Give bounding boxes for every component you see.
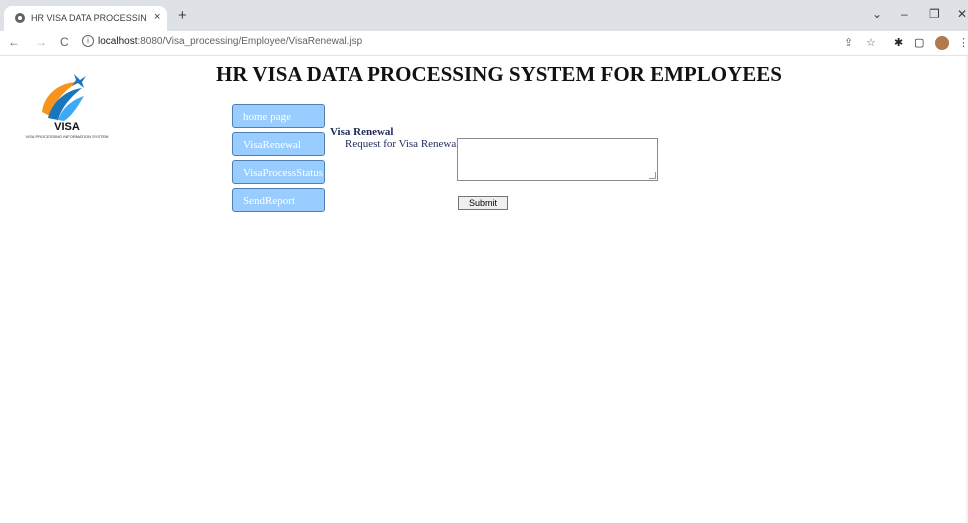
visa-process-status-button[interactable]: VisaProcessStatus (232, 160, 325, 184)
browser-menu-icon[interactable]: ⋮ (958, 36, 968, 49)
tab-close-icon[interactable]: × (154, 11, 160, 23)
tab-title: HR VISA DATA PROCESSING SYS (31, 13, 146, 23)
tab-strip: HR VISA DATA PROCESSING SYS × + ⌄ – ❐ ✕ (0, 0, 968, 31)
browser-toolbar: ← → C i localhost:8080/Visa_processing/E… (0, 31, 968, 56)
visa-renewal-button[interactable]: VisaRenewal (232, 132, 325, 156)
back-icon[interactable]: ← (8, 35, 20, 49)
home-page-button[interactable]: home page (232, 104, 325, 128)
minimize-icon[interactable]: – (901, 7, 908, 21)
reload-icon[interactable]: C (60, 35, 69, 49)
restore-icon[interactable]: ❐ (929, 7, 940, 21)
browser-tab[interactable]: HR VISA DATA PROCESSING SYS × (4, 6, 167, 31)
url-path: :8080/Visa_processing/Employee/VisaRenew… (137, 36, 363, 47)
window-close-icon[interactable]: ✕ (957, 7, 967, 21)
globe-icon (15, 13, 25, 23)
forward-icon[interactable]: → (35, 35, 47, 49)
address-bar[interactable]: i localhost:8080/Visa_processing/Employe… (80, 34, 820, 52)
profile-avatar-icon[interactable] (935, 36, 949, 50)
submit-button[interactable]: Submit (458, 196, 508, 210)
form-section-title: Visa Renewal (330, 126, 394, 138)
renewal-request-label: Request for Visa Renewal : (345, 138, 466, 150)
site-info-icon[interactable]: i (82, 35, 94, 47)
side-nav: home page VisaRenewal VisaProcessStatus … (232, 104, 325, 216)
page-title: HR VISA DATA PROCESSING SYSTEM FOR EMPLO… (216, 62, 782, 86)
send-report-button[interactable]: SendReport (232, 188, 325, 212)
logo-subtitle: VISA PROCESSING INFORMATION SYSTEM (25, 134, 109, 139)
logo-name: VISA (54, 121, 80, 133)
new-tab-icon[interactable]: + (178, 7, 187, 24)
address-url: localhost:8080/Visa_processing/Employee/… (98, 36, 362, 47)
bookmark-star-icon[interactable]: ☆ (866, 36, 876, 49)
renewal-request-textarea[interactable] (457, 138, 658, 181)
share-icon[interactable]: ⇪ (844, 36, 853, 49)
resize-grip-icon[interactable] (649, 172, 656, 179)
side-panel-icon[interactable]: ▢ (914, 36, 924, 49)
tab-search-chevron-icon[interactable]: ⌄ (872, 7, 882, 21)
extensions-icon[interactable]: ✱ (894, 36, 903, 49)
url-host: localhost (98, 36, 138, 47)
